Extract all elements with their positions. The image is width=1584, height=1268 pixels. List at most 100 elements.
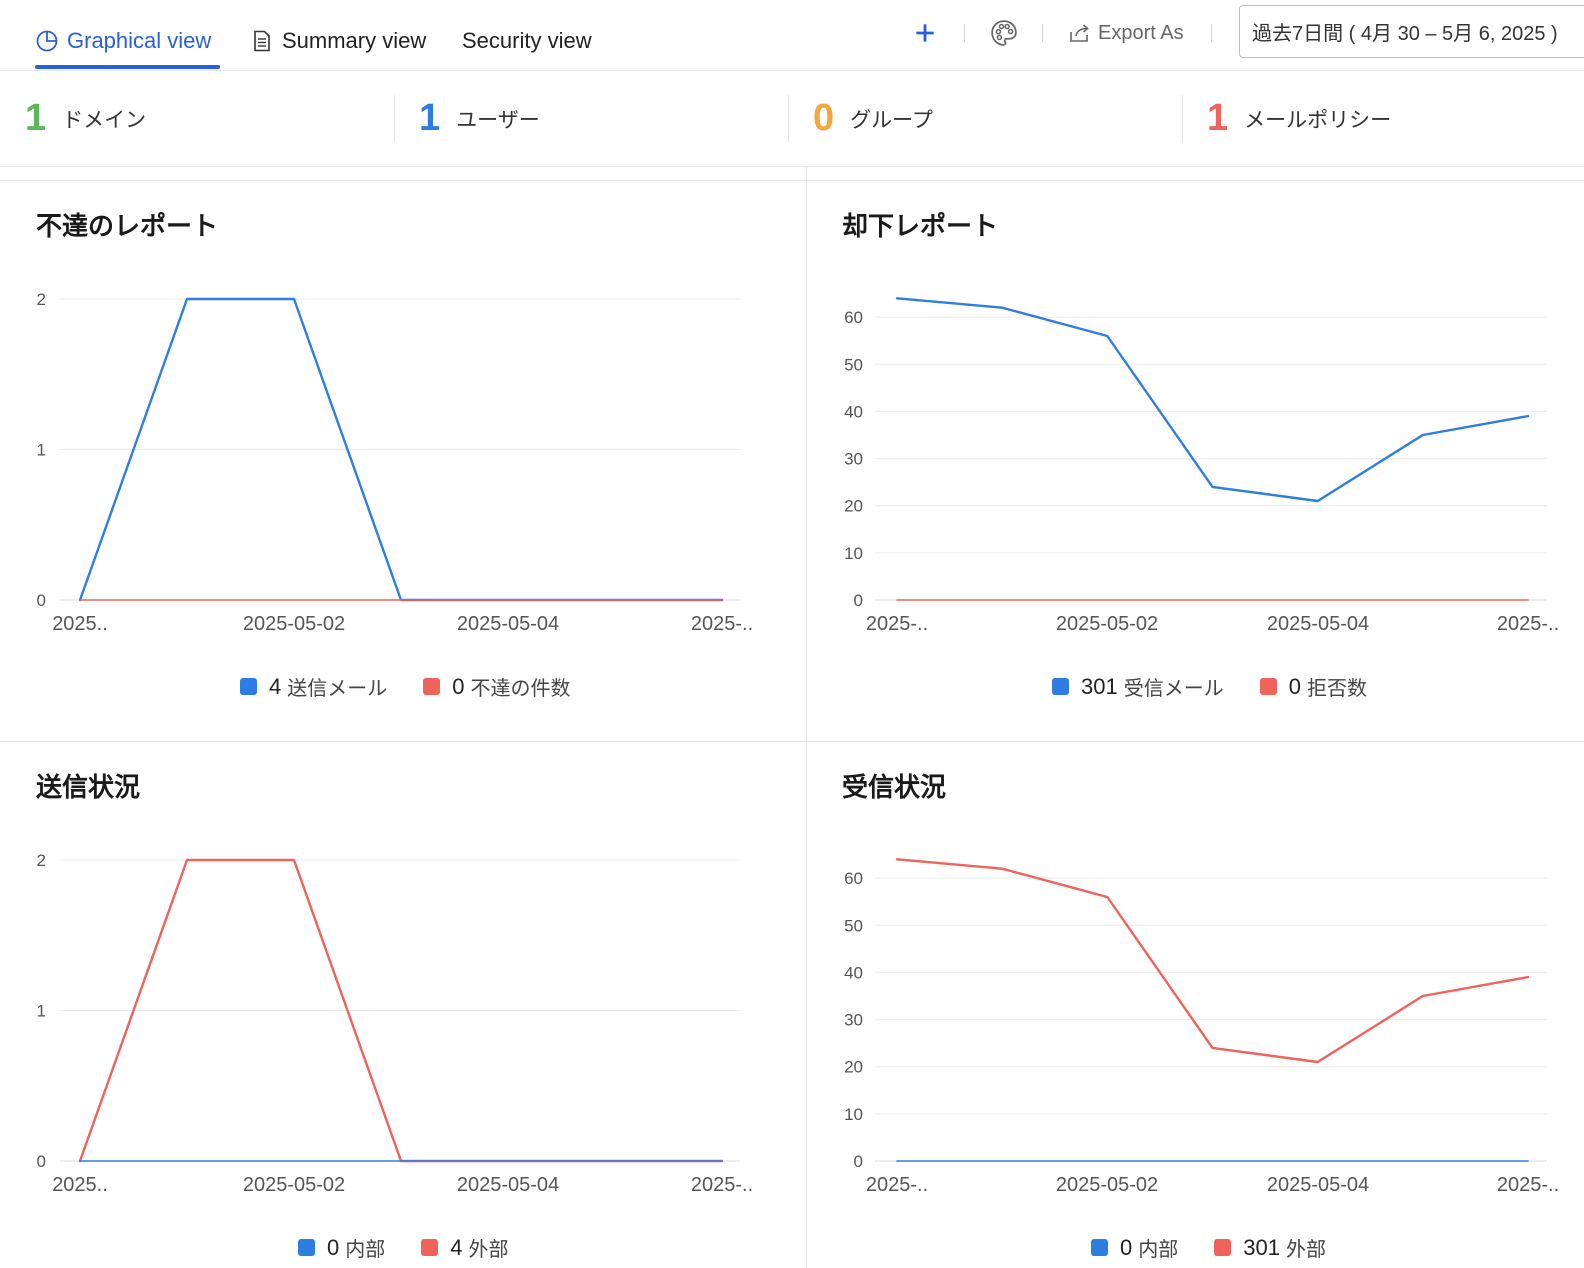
legend-swatch <box>1091 1239 1108 1256</box>
chart-legend: 0 内部 301 外部 <box>1091 1233 1326 1262</box>
date-range-picker[interactable]: 過去7日間 ( 4月 30 – 5月 6, 2025 ) <box>1239 5 1584 58</box>
tab-label: Graphical view <box>67 28 212 53</box>
panel-divider <box>0 180 1584 181</box>
legend-swatch <box>1052 678 1069 695</box>
x-tick-label: 2025-05-02 <box>243 1174 345 1196</box>
palette-icon <box>991 20 1017 46</box>
x-tick-label: 2025.. <box>52 613 108 635</box>
y-tick-label: 20 <box>844 1058 863 1077</box>
y-tick-label: 0 <box>854 1152 863 1171</box>
top-bar: Graphical view Summary view Security vie… <box>0 0 1584 71</box>
legend-total: 4 <box>269 673 282 699</box>
series-line <box>895 297 1530 503</box>
series-line <box>895 858 1530 1064</box>
stat-value: 1 <box>1207 97 1229 139</box>
tab-label: Summary view <box>282 28 427 53</box>
y-tick-label: 50 <box>844 916 863 935</box>
y-tick-label: 0 <box>854 591 863 610</box>
stat-users[interactable]: 1 ユーザー <box>419 71 540 166</box>
toolbar-divider <box>964 24 965 42</box>
stat-divider <box>788 95 789 142</box>
stat-domains[interactable]: 1 ドメイン <box>25 71 146 166</box>
legend-item-external[interactable]: 4 外部 <box>421 1233 509 1262</box>
y-tick-label: 40 <box>844 402 863 421</box>
export-icon <box>1070 24 1089 42</box>
legend-item-received-mail[interactable]: 301 受信メール <box>1052 672 1224 701</box>
rejection-report-chart: 0 10 20 30 40 50 60 2025-.. 2025-05-02 2025-05-04… <box>844 297 1559 635</box>
legend-total: 0 <box>327 1234 340 1260</box>
stat-label: ドメイン <box>62 108 147 132</box>
x-tick-label: 2025-05-04 <box>1267 613 1369 635</box>
chart-legend: 4 送信メール 0 不達の件数 <box>240 672 571 701</box>
legend-label: 送信メール <box>287 678 388 700</box>
active-tab-indicator <box>35 65 220 69</box>
legend-swatch <box>1214 1239 1232 1256</box>
stat-label: ユーザー <box>456 108 540 132</box>
x-tick-label: 2025-05-04 <box>1267 1174 1369 1196</box>
legend-label: 外部 <box>468 1239 509 1261</box>
legend-item-rejected-count[interactable]: 0 拒否数 <box>1259 672 1367 701</box>
add-button[interactable] <box>912 16 938 50</box>
y-tick-label: 40 <box>844 963 863 982</box>
stat-value: 1 <box>419 97 441 139</box>
tab-security-view[interactable]: Security view <box>462 26 592 56</box>
sending-status-chart: 0 1 2 2025.. 2025-05-02 2025-05-04 2025-.. <box>37 851 754 1196</box>
x-tick-label: 2025-05-04 <box>457 613 559 635</box>
legend-label: 拒否数 <box>1306 678 1367 700</box>
y-tick-label: 60 <box>844 308 863 327</box>
x-tick-label: 2025-.. <box>866 1174 928 1196</box>
y-tick-label: 2 <box>37 290 46 309</box>
stat-value: 0 <box>813 97 835 139</box>
legend-total: 301 <box>1081 673 1118 699</box>
stat-groups[interactable]: 0 グループ <box>813 71 933 166</box>
legend-total: 0 <box>1120 1234 1133 1260</box>
legend-swatch <box>298 1239 315 1256</box>
x-tick-label: 2025-.. <box>1497 1174 1559 1196</box>
legend-item-bounce-count[interactable]: 0 不達の件数 <box>423 672 571 701</box>
legend-item-internal[interactable]: 0 内部 <box>298 1233 385 1262</box>
stat-value: 1 <box>25 97 47 139</box>
x-tick-label: 2025-05-04 <box>457 1174 559 1196</box>
legend-item-sent-mail[interactable]: 4 送信メール <box>240 672 387 701</box>
theme-button[interactable] <box>989 16 1019 50</box>
tab-graphical-view[interactable]: Graphical view <box>35 26 211 56</box>
x-tick-label: 2025-.. <box>691 613 753 635</box>
legend-label: 不達の件数 <box>470 678 571 700</box>
stat-label: メールポリシー <box>1244 108 1392 132</box>
tab-summary-view[interactable]: Summary view <box>250 26 426 56</box>
plus-icon <box>916 24 934 42</box>
chart-legend: 301 受信メール 0 拒否数 <box>1052 672 1367 701</box>
legend-total: 0 <box>1288 673 1301 699</box>
y-tick-label: 0 <box>37 1152 46 1171</box>
legend-swatch <box>421 1239 439 1256</box>
legend-swatch <box>240 678 257 695</box>
x-tick-label: 2025-.. <box>691 1174 753 1196</box>
y-tick-label: 1 <box>37 1002 46 1021</box>
stat-label: グループ <box>850 108 933 132</box>
x-tick-label: 2025.. <box>52 1174 108 1196</box>
stat-mail-policies[interactable]: 1 メールポリシー <box>1207 71 1391 166</box>
y-tick-label: 20 <box>844 497 863 516</box>
y-tick-label: 60 <box>844 869 863 888</box>
export-as-button[interactable]: Export As <box>1068 16 1184 50</box>
y-tick-label: 0 <box>37 591 46 610</box>
document-icon <box>254 30 270 52</box>
toolbar-divider <box>1211 24 1212 42</box>
panel-divider <box>0 741 1584 742</box>
y-tick-label: 1 <box>37 441 46 460</box>
legend-label: 内部 <box>345 1239 386 1261</box>
legend-item-external[interactable]: 301 外部 <box>1214 1233 1326 1262</box>
chart-title-sending-status: 送信状況 <box>36 772 141 802</box>
x-tick-label: 2025-05-02 <box>1056 613 1158 635</box>
export-label: Export As <box>1098 21 1184 44</box>
legend-label: 内部 <box>1138 1239 1179 1261</box>
y-tick-label: 2 <box>37 851 46 870</box>
legend-swatch <box>423 678 441 695</box>
x-tick-label: 2025-05-02 <box>243 613 345 635</box>
y-tick-label: 10 <box>844 544 863 563</box>
x-tick-label: 2025-05-02 <box>1056 1174 1158 1196</box>
legend-total: 4 <box>450 1234 463 1260</box>
bounce-report-chart: 0 1 2 2025.. 2025-05-02 2025-05-04 2025-.. <box>37 290 754 635</box>
legend-item-internal[interactable]: 0 内部 <box>1091 1233 1178 1262</box>
chart-title-rejection-report: 却下レポート <box>842 211 999 241</box>
